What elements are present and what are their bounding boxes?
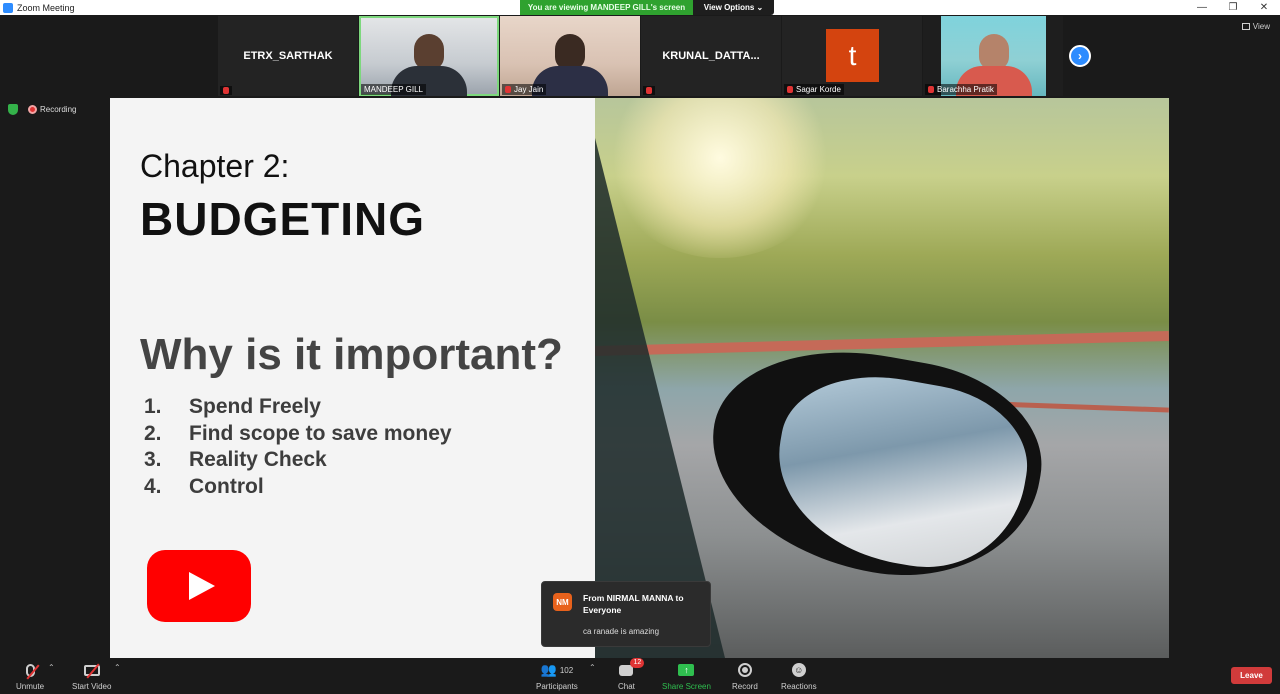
participants-button[interactable]: 👥 102 Participants	[536, 661, 578, 691]
share-screen-button[interactable]: ↑ Share Screen	[662, 661, 711, 691]
unread-badge: 12	[630, 657, 645, 668]
slide-question: Why is it important?	[140, 330, 563, 379]
chat-sender: From NIRMAL MANNA to Everyone	[583, 593, 684, 615]
reactions-button[interactable]: ☺ Reactions	[781, 661, 817, 691]
recording-dot-icon	[28, 105, 37, 114]
youtube-logo-icon	[147, 550, 251, 622]
shared-screen: Chapter 2: BUDGETING Why is it important…	[110, 98, 1169, 658]
slide-points-list: 1. Spend Freely 2. Find scope to save mone…	[144, 394, 452, 500]
participant-tile[interactable]: Jay Jain	[500, 16, 640, 96]
participant-strip: ETRX_SARTHAK MANDEEP GILL Jay Jain KRUNA…	[218, 16, 1063, 97]
participant-tile[interactable]: Barachha Pratik	[923, 16, 1063, 96]
video-options-chevron-icon[interactable]: ⌃	[114, 663, 121, 672]
participant-status	[643, 86, 655, 95]
participant-name: Sagar Korde	[796, 85, 841, 94]
chat-icon: 12	[619, 657, 645, 676]
unmute-button[interactable]: Unmute	[16, 661, 44, 691]
start-video-button[interactable]: Start Video	[72, 661, 111, 691]
recording-indicator[interactable]: Recording	[28, 105, 76, 114]
participant-status: Jay Jain	[502, 84, 547, 95]
participant-status: Barachha Pratik	[925, 84, 997, 95]
window-title: Zoom Meeting	[17, 2, 75, 13]
recording-label: Recording	[40, 105, 77, 114]
microphone-muted-icon	[25, 663, 40, 680]
minimize-button[interactable]: —	[1187, 0, 1217, 15]
mic-muted-icon	[223, 87, 229, 94]
participants-options-chevron-icon[interactable]: ⌃	[589, 663, 596, 672]
chat-button[interactable]: 12 Chat	[618, 657, 645, 691]
share-screen-icon: ↑	[678, 664, 695, 676]
meeting-status: Recording	[8, 104, 76, 115]
meeting-toolbar: Unmute ⌃ Start Video ⌃ 👥 102 Participants…	[0, 657, 1280, 694]
view-options-button[interactable]: View Options ⌄	[693, 0, 774, 15]
record-button[interactable]: Record	[732, 661, 758, 691]
participant-tile[interactable]: KRUNAL_DATTA...	[641, 16, 781, 96]
grid-view-icon	[1241, 23, 1250, 30]
participant-name: Jay Jain	[514, 85, 544, 94]
play-triangle-icon	[189, 572, 215, 600]
participant-status: MANDEEP GILL	[361, 84, 426, 95]
participant-name: MANDEEP GILL	[364, 85, 423, 94]
mic-muted-icon	[505, 86, 511, 93]
audio-options-chevron-icon[interactable]: ⌃	[48, 663, 55, 672]
mic-muted-icon	[928, 86, 934, 93]
slide-heading: BUDGETING	[140, 193, 425, 245]
leave-button[interactable]: Leave	[1231, 667, 1272, 684]
slide-text-panel: Chapter 2: BUDGETING Why is it important…	[110, 98, 595, 658]
view-toggle-button[interactable]: View	[1241, 22, 1270, 31]
list-item: 3. Reality Check	[144, 448, 327, 472]
video-off-icon	[83, 662, 100, 679]
list-item: 2. Find scope to save money	[144, 421, 452, 445]
slide-chapter: Chapter 2:	[140, 148, 290, 184]
participants-count: 102	[559, 665, 574, 675]
mic-muted-icon	[787, 86, 793, 93]
reactions-smiley-icon: ☺	[791, 663, 806, 677]
list-item: 1. Spend Freely	[144, 395, 321, 419]
record-icon	[737, 663, 752, 677]
chat-notification[interactable]: NM From NIRMAL MANNA to Everyone ca rana…	[541, 581, 711, 647]
participant-name: KRUNAL_DATTA...	[662, 50, 760, 62]
car-mirror-photo	[595, 98, 1169, 658]
zoom-app-icon	[3, 2, 13, 13]
encryption-shield-icon[interactable]	[8, 104, 18, 115]
participant-tile[interactable]: t Sagar Korde	[782, 16, 922, 96]
list-item: 4. Control	[144, 474, 264, 498]
participant-name: Barachha Pratik	[937, 85, 994, 94]
mic-muted-icon	[646, 87, 652, 94]
viewing-screen-banner: You are viewing MANDEEP GILL's screen	[520, 0, 693, 15]
next-page-arrow-icon[interactable]: ›	[1069, 45, 1091, 67]
participant-name: ETRX_SARTHAK	[243, 50, 333, 62]
participant-status	[220, 86, 232, 95]
view-toggle-label: View	[1252, 22, 1270, 31]
sender-avatar: NM	[553, 593, 572, 611]
close-button[interactable]: ✕	[1249, 0, 1279, 15]
participant-status: Sagar Korde	[784, 84, 844, 95]
participant-tile[interactable]: ETRX_SARTHAK	[218, 16, 358, 96]
chat-message: ca ranade is amazing	[583, 627, 660, 636]
participant-tile-active-speaker[interactable]: MANDEEP GILL	[359, 16, 499, 96]
participant-avatar: t	[826, 29, 879, 82]
participants-icon: 👥	[540, 662, 557, 677]
restore-button[interactable]: ❐	[1218, 0, 1248, 15]
